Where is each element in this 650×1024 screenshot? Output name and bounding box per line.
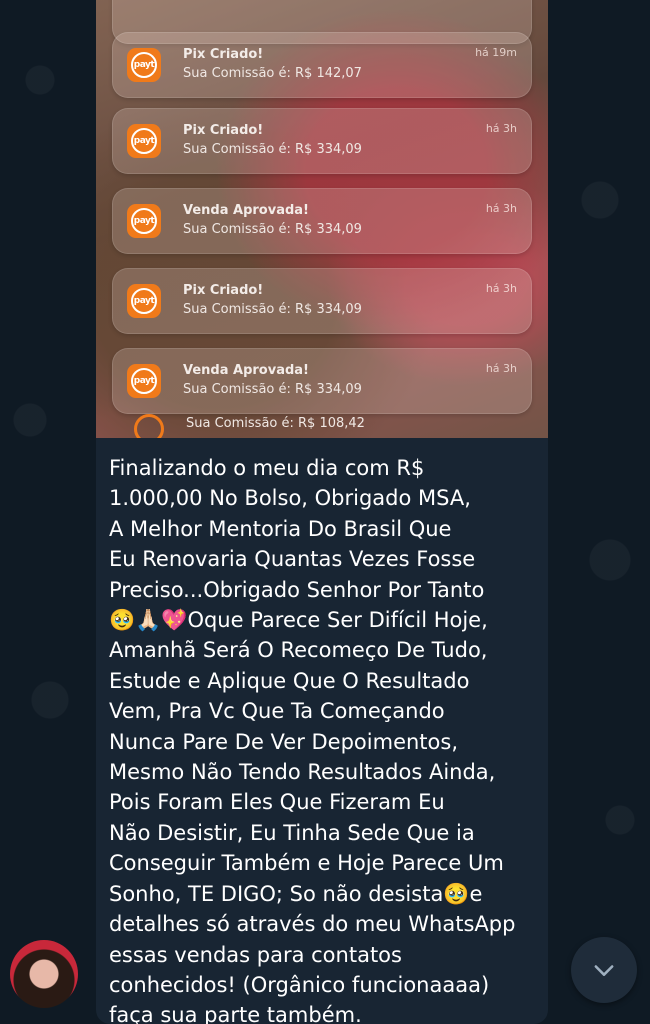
message-line: Vem, Pra Vc Que Ta Começando (109, 699, 445, 724)
message-line: Não Desistir, Eu Tinha Sede Que ia (109, 820, 475, 845)
payt-app-icon: payt (127, 364, 161, 398)
message-line: Conseguir Também e Hoje Parece Um (109, 851, 504, 876)
message-line: Finalizando o meu dia com R$ (109, 456, 425, 480)
message-line: Eu Renovaria Quantas Vezes Fosse (109, 547, 476, 572)
payt-app-icon: payt (127, 48, 161, 82)
message-line: 1.000,00 No Bolso, Obrigado MSA, (109, 486, 471, 511)
notification-body: Sua Comissão é: R$ 334,09 (183, 382, 362, 397)
notification-time: há 3h (485, 202, 517, 215)
message-line: Nunca Pare De Ver Depoimentos, (109, 729, 458, 754)
message-bubble[interactable]: payt Pix Criado! Sua Comissão é: R$ 142,… (96, 0, 548, 1024)
notification-title: Pix Criado! (183, 123, 264, 138)
payt-app-icon (134, 414, 164, 438)
message-line: Mesmo Não Tendo Resultados Ainda, (109, 760, 496, 785)
notification-time: há 19m (475, 46, 517, 59)
message-line: detalhes só através do meu WhatsApp (109, 912, 516, 937)
message-text: Finalizando o meu dia com R$ 1.000,00 No … (109, 453, 539, 1024)
notification-card: payt Venda Aprovada! Sua Comissão é: R$ … (112, 188, 532, 254)
message-line: Amanhã Será O Recomeço De Tudo, (109, 638, 488, 663)
payt-app-icon: payt (127, 124, 161, 158)
notification-body: Sua Comissão é: R$ 334,09 (183, 222, 362, 237)
notification-body: Sua Comissão é: R$ 334,09 (183, 302, 362, 317)
scroll-down-button[interactable] (571, 937, 637, 1003)
notification-title: Pix Criado! (183, 47, 264, 62)
message-line: Pois Foram Eles Que Fizeram Eu (109, 790, 445, 815)
message-line: faça sua parte também. (109, 1003, 362, 1024)
notification-title: Venda Aprovada! (183, 203, 309, 218)
message-line: essas vendas para contatos (109, 942, 402, 967)
notification-body: Sua Comissão é: R$ 108,42 (186, 416, 365, 431)
message-line: A Melhor Mentoria Do Brasil Que (109, 516, 452, 541)
notification-time: há 3h (485, 362, 517, 375)
notification-card: payt Pix Criado! Sua Comissão é: R$ 334,… (112, 108, 532, 174)
message-line: Preciso...Obrigado Senhor Por Tanto (109, 577, 485, 602)
sender-avatar[interactable] (10, 940, 78, 1008)
message-line: 🥹🙏🏻💖Oque Parece Ser Difícil Hoje, (109, 608, 488, 633)
notification-time: há 3h (485, 122, 517, 135)
notification-time: há 3h (485, 282, 517, 295)
notification-title: Pix Criado! (183, 283, 264, 298)
payt-app-icon: payt (127, 204, 161, 238)
notification-card: payt Pix Criado! Sua Comissão é: R$ 334,… (112, 268, 532, 334)
chevron-down-icon (594, 965, 614, 976)
payt-app-icon: payt (127, 284, 161, 318)
message-line: conhecidos! (Orgânico funcionaaaa) (109, 972, 490, 997)
notification-body: Sua Comissão é: R$ 142,07 (183, 66, 362, 81)
message-line: Estude e Aplique Que O Resultado (109, 668, 470, 693)
notification-title: Venda Aprovada! (183, 363, 309, 378)
notification-card-partial: Sua Comissão é: R$ 108,42 (112, 404, 530, 438)
notification-card: payt Pix Criado! Sua Comissão é: R$ 142,… (112, 32, 532, 98)
notification-body: Sua Comissão é: R$ 334,09 (183, 142, 362, 157)
message-line: Sonho, TE DIGO; So não desista🥹e (109, 881, 483, 906)
